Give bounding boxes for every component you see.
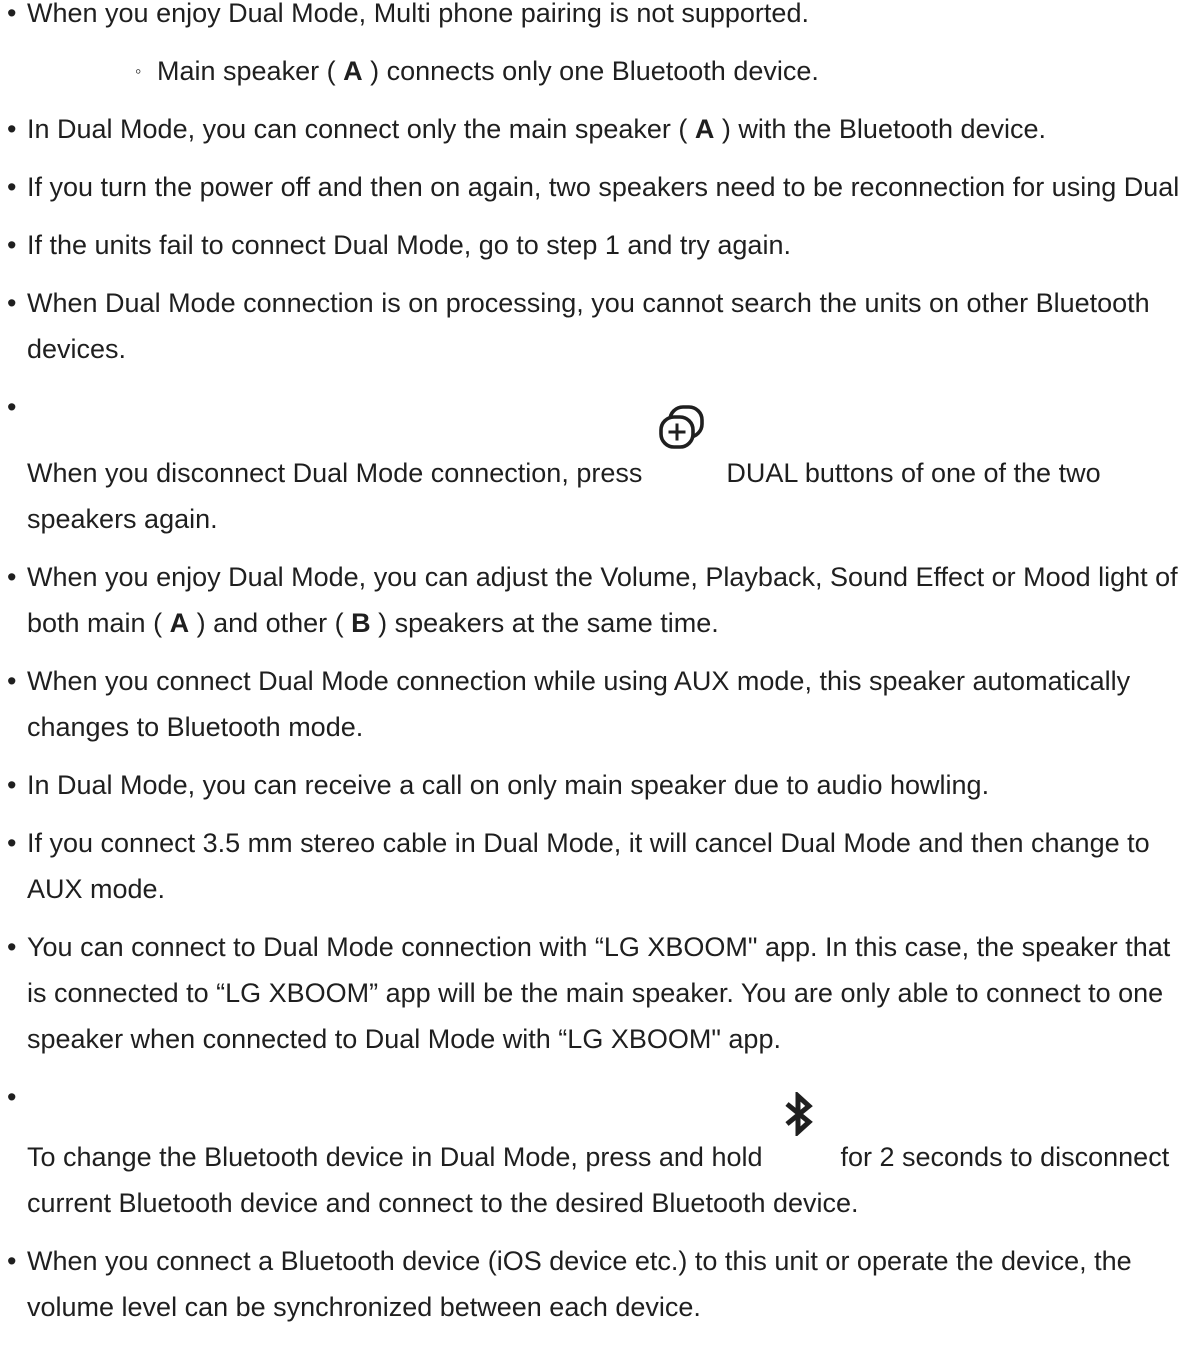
- item-text: ) and other (: [189, 608, 352, 638]
- speaker-label: A: [694, 114, 715, 144]
- speaker-label: A: [169, 608, 190, 638]
- bullet: •: [7, 392, 17, 422]
- item-text: In Dual Mode, you can receive a call on …: [27, 770, 990, 800]
- list-item: • In Dual Mode, you can receive a call o…: [0, 762, 1190, 808]
- item-text: You can connect to Dual Mode connection …: [27, 932, 1171, 1054]
- list-item: • If you turn the power off and then on …: [0, 164, 1190, 210]
- bullet: •: [7, 230, 17, 260]
- item-text: If you turn the power off and then on ag…: [27, 172, 1180, 202]
- list-item: • When you connect a Bluetooth device (i…: [0, 1238, 1190, 1330]
- bullet: •: [7, 288, 17, 318]
- item-text: When you disconnect Dual Mode connection…: [27, 458, 643, 488]
- bluetooth-icon: [783, 1090, 815, 1138]
- item-text: ) speakers at the same time.: [370, 608, 719, 638]
- item-text: ) connects only one Bluetooth device.: [362, 56, 819, 86]
- speaker-label: B: [351, 608, 371, 638]
- list-item: • When you connect Dual Mode connection …: [0, 658, 1190, 750]
- bullet: •: [7, 770, 17, 800]
- item-text: When Dual Mode connection is on processi…: [27, 288, 1150, 364]
- list-item: • If the units fail to connect Dual Mode…: [0, 222, 1190, 268]
- item-text: In Dual Mode, you can connect only the m…: [27, 114, 695, 144]
- dual-button-icon: [656, 404, 710, 454]
- bullet: •: [7, 666, 17, 696]
- list-item: • You can connect to Dual Mode connectio…: [0, 924, 1190, 1062]
- sub-list-item: ◦ Main speaker ( A ) connects only one B…: [0, 48, 1190, 94]
- item-text: To change the Bluetooth device in Dual M…: [27, 1142, 763, 1172]
- list-item: • When you enjoy Dual Mode, you can adju…: [0, 554, 1190, 646]
- notes-list: • When you enjoy Dual Mode, Multi phone …: [0, 0, 1190, 1342]
- item-text: When you enjoy Dual Mode, Multi phone pa…: [27, 0, 809, 28]
- item-text: If you connect 3.5 mm stereo cable in Du…: [27, 828, 1150, 904]
- list-item: • When you enjoy Dual Mode, Multi phone …: [0, 0, 1190, 36]
- bullet: •: [7, 0, 17, 28]
- item-text: If the units fail to connect Dual Mode, …: [27, 230, 791, 260]
- bullet: •: [7, 1246, 17, 1276]
- item-text: ) with the Bluetooth device.: [714, 114, 1047, 144]
- list-item: • When Dual Mode connection is on proces…: [0, 280, 1190, 372]
- list-item: • To change the Bluetooth device in Dual…: [0, 1074, 1190, 1226]
- bullet: •: [7, 172, 17, 202]
- speaker-label: A: [343, 56, 363, 86]
- bullet: •: [7, 1082, 17, 1112]
- bullet: •: [7, 562, 17, 592]
- item-text: Main speaker (: [157, 56, 344, 86]
- bullet: •: [7, 828, 17, 858]
- item-text: When you connect a Bluetooth device (iOS…: [27, 1246, 1132, 1322]
- bullet: •: [7, 114, 17, 144]
- item-text: When you connect Dual Mode connection wh…: [27, 666, 1131, 742]
- list-item: • In Dual Mode, you can connect only the…: [0, 106, 1190, 152]
- sub-bullet: ◦: [135, 61, 142, 81]
- list-item: • If you connect 3.5 mm stereo cable in …: [0, 820, 1190, 912]
- list-item: • When you disconnect Dual Mode connecti…: [0, 384, 1190, 542]
- bullet: •: [7, 932, 17, 962]
